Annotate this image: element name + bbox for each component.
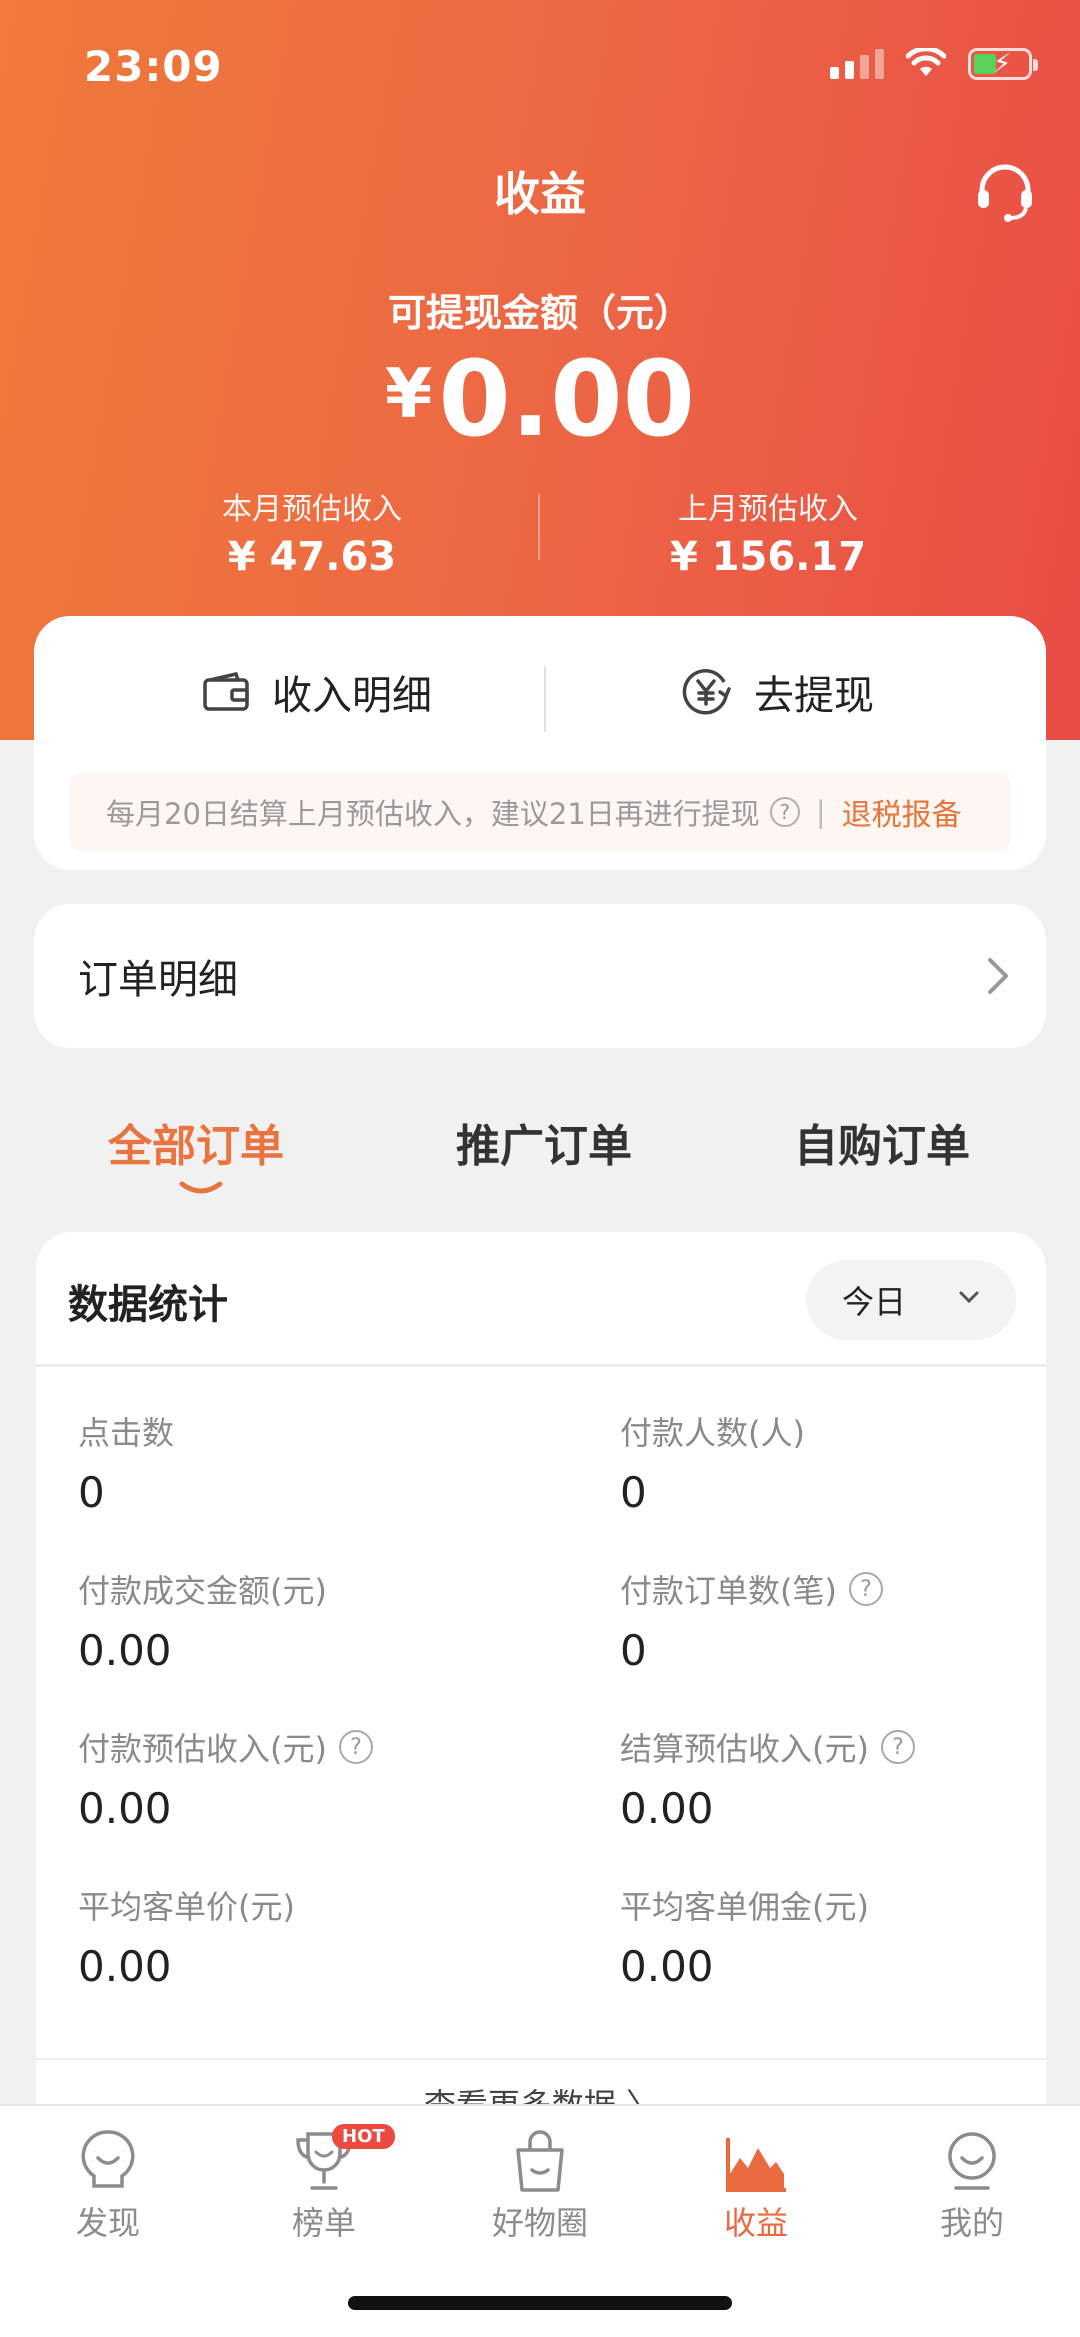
tabbar-item-mine[interactable]: 我的: [892, 2120, 1052, 2244]
help-icon[interactable]: ?: [848, 1572, 883, 1606]
order-detail-row[interactable]: 订单明细: [34, 904, 1046, 1048]
this-month-income: 本月预估收入 ¥ 47.63: [132, 484, 492, 580]
metric-value: 0: [78, 1468, 105, 1517]
notice-separator: |: [815, 795, 826, 829]
tab-all-orders[interactable]: 全部订单: [108, 1110, 284, 1174]
metric-label: 付款订单数(笔): [620, 1572, 837, 1610]
metric-value: 0.00: [620, 1784, 714, 1833]
last-month-value: ¥ 156.17: [669, 534, 867, 580]
metric-label: 付款人数(人): [620, 1414, 805, 1452]
period-dropdown[interactable]: 今日: [806, 1260, 1016, 1340]
status-bar: 23:09 ⚡: [0, 0, 1080, 140]
metric-settled-est-income: 结算预估收入(元) ? 0.00: [620, 1724, 1060, 1833]
this-month-value: ¥ 47.63: [227, 534, 397, 580]
profile-face-icon: [948, 2132, 996, 2190]
metric-value: 0.00: [78, 1626, 172, 1675]
metric-value: 0.00: [78, 1942, 172, 1991]
metric-avg-order-commission: 平均客单佣金(元) 0.00: [620, 1882, 1060, 1991]
last-month-income: 上月预估收入 ¥ 156.17: [588, 484, 948, 580]
metric-value: 0: [620, 1626, 647, 1675]
metric-value: 0.00: [78, 1784, 172, 1833]
balance-number: 0.00: [438, 338, 695, 460]
cellular-signal-icon: [830, 49, 884, 79]
metric-payment-amount: 付款成交金额(元) 0.00: [78, 1566, 518, 1675]
stats-divider: [36, 1364, 1046, 1367]
tab-promotion-orders[interactable]: 推广订单: [456, 1110, 632, 1174]
stats-card: 数据统计 今日 点击数 0 付款人数(人) 0 付款成交金额(元) 0.00 付…: [36, 1232, 1046, 2132]
metric-label-with-help: 付款预估收入(元) ?: [78, 1724, 518, 1770]
last-month-label: 上月预估收入: [678, 492, 858, 527]
order-tabs: 全部订单 推广订单 自购订单: [0, 1100, 1080, 1220]
metric-label-with-help: 结算预估收入(元) ?: [620, 1724, 1060, 1770]
metric-value: 0: [620, 1468, 647, 1517]
metric-avg-order-price: 平均客单价(元) 0.00: [78, 1882, 518, 1991]
tabbar-item-good-things[interactable]: 好物圈: [460, 2120, 620, 2244]
tabbar-item-rank[interactable]: HOT 榜单: [244, 2120, 404, 2244]
tax-report-link[interactable]: 退税报备: [842, 790, 962, 834]
balance-label: 可提现金额（元）: [387, 291, 692, 335]
stats-footer-divider: [36, 2058, 1046, 2060]
page-title: 收益: [494, 167, 586, 221]
shopping-bag-icon: [516, 2130, 564, 2192]
stats-title: 数据统计: [68, 1282, 228, 1328]
hot-badge: HOT: [332, 2124, 395, 2149]
home-indicator: [348, 2296, 732, 2310]
metric-value: 0.00: [620, 1942, 714, 1991]
tabbar-item-discover[interactable]: 发现: [28, 2120, 188, 2244]
tabbar-item-income[interactable]: 收益: [676, 2120, 836, 2244]
actions-card: 收入明细 去提现 每月20日结算上月预估收入，建议21日再进行提现 ? | 退税…: [34, 616, 1046, 870]
chart-area-icon: [726, 2138, 786, 2192]
this-month-label: 本月预估收入: [222, 492, 402, 527]
metric-label: 付款成交金额(元): [78, 1572, 327, 1610]
withdraw-label: 去提现: [754, 673, 874, 719]
wifi-icon: [906, 48, 946, 76]
help-icon[interactable]: ?: [769, 797, 800, 827]
period-value: 今日: [842, 1283, 907, 1321]
tab-self-purchase-orders[interactable]: 自购订单: [794, 1110, 970, 1174]
income-divider: [538, 494, 540, 560]
metric-label: 结算预估收入(元): [620, 1730, 869, 1768]
tabbar-label: 收益: [723, 2204, 788, 2242]
metric-paying-users: 付款人数(人) 0: [620, 1408, 1060, 1517]
action-divider: [544, 666, 546, 732]
balance-amount: ¥0.00: [0, 338, 1080, 460]
notice-text: 每月20日结算上月预估收入，建议21日再进行提现: [106, 797, 760, 831]
metric-paid-orders: 付款订单数(笔) ? 0: [620, 1566, 1060, 1675]
order-detail-label: 订单明细: [78, 957, 238, 1003]
metric-label: 点击数: [78, 1414, 175, 1452]
income-detail-button[interactable]: 收入明细: [202, 654, 432, 730]
wallet-icon: [203, 672, 249, 711]
metric-label-with-help: 付款订单数(笔) ?: [620, 1566, 1060, 1612]
metric-clicks: 点击数 0: [78, 1408, 518, 1517]
metric-payment-est-income: 付款预估收入(元) ? 0.00: [78, 1724, 518, 1833]
active-tab-indicator: [179, 1181, 223, 1194]
help-icon[interactable]: ?: [880, 1730, 915, 1764]
yen-circle-icon: [682, 669, 731, 715]
tabbar-label: 榜单: [291, 2204, 356, 2242]
status-icons: ⚡: [830, 48, 1038, 80]
bulb-face-icon: [81, 2130, 135, 2188]
metric-label: 付款预估收入(元): [78, 1730, 327, 1768]
chevron-right-icon: [988, 958, 1008, 994]
tabbar-label: 我的: [939, 2204, 1004, 2242]
metric-label: 平均客单佣金(元): [620, 1888, 869, 1926]
currency-symbol: ¥: [385, 355, 433, 434]
withdraw-button[interactable]: 去提现: [680, 654, 874, 730]
settlement-notice: 每月20日结算上月预估收入，建议21日再进行提现 ? | 退税报备: [70, 772, 1010, 852]
battery-icon: ⚡: [968, 48, 1038, 80]
customer-service-icon[interactable]: [972, 160, 1038, 226]
tabbar-label: 好物圈: [491, 2204, 588, 2242]
chevron-down-icon: [959, 1291, 979, 1304]
metric-label: 平均客单价(元): [78, 1888, 295, 1926]
tabbar-label: 发现: [75, 2204, 140, 2242]
income-detail-label: 收入明细: [272, 673, 432, 719]
status-time: 23:09: [84, 42, 223, 91]
help-icon[interactable]: ?: [338, 1730, 373, 1764]
